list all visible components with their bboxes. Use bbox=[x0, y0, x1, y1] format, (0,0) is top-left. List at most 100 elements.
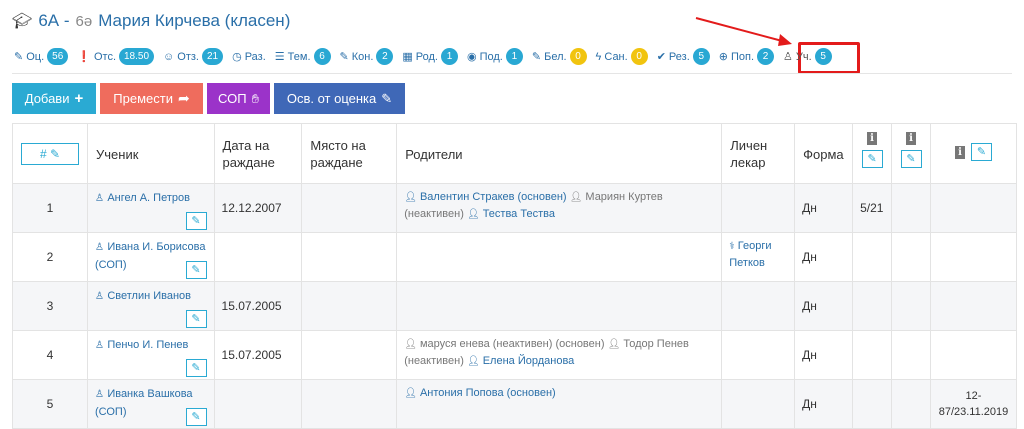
stat-clock[interactable]: ◷ Раз. bbox=[232, 50, 266, 64]
table-row: 4 ♙ Пенчо И. Пенев ✎ 15.07.2005 👤︎ маруся ен… bbox=[12, 330, 1018, 380]
parent-entry[interactable]: 👤︎ маруся енева (неактивен) (основен) bbox=[404, 338, 604, 350]
add-button[interactable]: Добави + bbox=[12, 83, 96, 114]
student-cell: ♙ Ивана И. Борисова (СОП) ✎ bbox=[87, 232, 215, 282]
sop-button[interactable]: СОП ✋︎ bbox=[207, 83, 270, 114]
count-badge: 18.50 bbox=[119, 48, 155, 65]
add-button-label: Добави bbox=[24, 91, 70, 106]
release-button-label: Осв. от оценка bbox=[286, 91, 377, 106]
stat-label: Тем. bbox=[287, 50, 311, 63]
edit-icon: ✎ bbox=[339, 51, 349, 63]
stat-users[interactable]: ☺ Отз. 21 bbox=[163, 48, 224, 65]
edit-student-button[interactable]: ✎ bbox=[185, 359, 207, 377]
doctor-cell: ⚕︎ Георги Петков bbox=[721, 232, 796, 282]
stat-list[interactable]: ☰ Тем. 6 bbox=[275, 48, 331, 65]
users-icon: ☺ bbox=[163, 50, 175, 63]
move-button[interactable]: Премести ➦ bbox=[100, 83, 203, 114]
stat-check-circle[interactable]: ✔ Рез. 5 bbox=[657, 48, 710, 65]
parent-entry[interactable]: 👤︎ Антония Попова (основен) bbox=[404, 387, 555, 399]
eye-icon: ◉ bbox=[467, 51, 477, 63]
stat-label: Отз. bbox=[177, 50, 199, 63]
student-name[interactable]: Светлин Иванов bbox=[107, 290, 191, 302]
student-cell: ♙ Светлин Иванов ✎ bbox=[87, 281, 215, 331]
doctor-header-label: Личен лекар bbox=[730, 138, 768, 170]
parent-name: Валентин Стракев (основен) bbox=[419, 191, 567, 203]
release-from-grade-button[interactable]: Осв. от оценка ✎ bbox=[274, 83, 405, 114]
stat-edit[interactable]: ✎ Кон. 2 bbox=[340, 48, 394, 65]
student-name[interactable]: Ангел А. Петров bbox=[107, 192, 190, 204]
form-cell: Дн bbox=[794, 183, 854, 233]
student-header-label: Ученик bbox=[96, 147, 139, 162]
stat-note[interactable]: ✎ Бел. 0 bbox=[532, 48, 587, 65]
edit-student-button[interactable]: ✎ bbox=[185, 212, 207, 230]
parent-name: Елена Йорданова bbox=[482, 355, 575, 367]
info-icon[interactable]: i bbox=[954, 145, 965, 159]
form-cell: Дн bbox=[794, 379, 854, 429]
doctor-cell bbox=[721, 281, 796, 331]
stat-eye[interactable]: ◉ Под. 1 bbox=[467, 48, 523, 65]
note-icon: ✎ bbox=[531, 51, 542, 63]
parent-entry[interactable]: 👤︎ Валентин Стракев (основен) bbox=[404, 191, 566, 203]
extra-col-1-cell: 5/21 bbox=[852, 183, 893, 233]
extra-col-3-cell bbox=[929, 232, 1018, 282]
edit-column-button[interactable]: ✎ bbox=[900, 150, 922, 168]
student-icon: ♙ bbox=[95, 193, 104, 204]
edit-order-button[interactable]: # ✎ bbox=[21, 143, 79, 165]
student-name[interactable]: Пенчо И. Пенев bbox=[107, 339, 188, 351]
clock-icon: ◷ bbox=[232, 51, 242, 63]
stat-label: Отс. bbox=[93, 50, 116, 63]
row-number: 2 bbox=[12, 232, 88, 282]
stat-lifebuoy[interactable]: ⊕ Поп. 2 bbox=[719, 48, 775, 65]
count-badge: 56 bbox=[47, 48, 69, 65]
table-row: 2 ♙ Ивана И. Борисова (СОП) ✎ ⚕︎ Георги Пет… bbox=[12, 232, 1018, 282]
pencil-icon: ✎ bbox=[381, 90, 393, 106]
stat-label: Оц. bbox=[26, 50, 45, 63]
count-badge: 1 bbox=[441, 48, 458, 65]
extra-col-1-cell bbox=[852, 330, 893, 380]
edit-column-button[interactable]: ✎ bbox=[970, 143, 992, 161]
hand-icon: ✋︎ bbox=[251, 90, 259, 106]
stat-label: Уч. bbox=[795, 50, 812, 63]
parent-icon: 👤︎ bbox=[466, 209, 480, 220]
count-badge: 2 bbox=[757, 48, 775, 65]
annotation-arrow bbox=[695, 17, 792, 46]
extra-col-3-cell bbox=[929, 183, 1018, 233]
col-num-header: # ✎ bbox=[12, 123, 88, 184]
stat-label: Бел. bbox=[544, 50, 567, 63]
student-name[interactable]: Иванка Вашкова (СОП) bbox=[95, 388, 193, 418]
edit-column-button[interactable]: ✎ bbox=[861, 150, 883, 168]
student-cell: ♙ Пенчо И. Пенев ✎ bbox=[87, 330, 215, 380]
move-button-label: Премести bbox=[113, 91, 173, 106]
stat-label: Рез. bbox=[668, 50, 690, 63]
edit-student-button[interactable]: ✎ bbox=[185, 261, 207, 279]
form-header-label: Форма bbox=[803, 147, 844, 162]
students-table: # ✎ Ученик Дата на раждане Място на ражд… bbox=[12, 123, 1018, 429]
stat-pencil[interactable]: ✎ Оц. 56 bbox=[14, 48, 69, 65]
form-cell: Дн bbox=[794, 232, 854, 282]
edit-icon: ✎ bbox=[49, 147, 61, 161]
extra-col-2-cell bbox=[891, 183, 931, 233]
edit-student-button[interactable]: ✎ bbox=[185, 408, 207, 426]
info-icon[interactable]: i bbox=[906, 132, 916, 145]
extra-col-1-cell bbox=[852, 232, 893, 282]
list-icon: ☰ bbox=[274, 51, 285, 63]
stat-label: Поп. bbox=[730, 50, 755, 63]
doctor-name[interactable]: Георги Петков bbox=[729, 240, 771, 269]
class-teacher-name[interactable]: Мария Кирчева (класен) bbox=[98, 11, 290, 31]
extra-col-2-cell bbox=[891, 379, 931, 429]
plus-icon: + bbox=[74, 90, 84, 107]
info-icon[interactable]: i bbox=[867, 132, 878, 145]
table-header-row: # ✎ Ученик Дата на раждане Място на ражд… bbox=[12, 123, 1018, 184]
count-badge: 0 bbox=[630, 48, 648, 65]
student-icon: ♙ bbox=[783, 51, 793, 63]
parent-entry[interactable]: 👤︎ Тества Тества bbox=[467, 208, 555, 220]
stat-calendar[interactable]: ▦ Род. 1 bbox=[402, 48, 458, 65]
extra-col-1-cell bbox=[852, 379, 893, 429]
parent-entry[interactable]: 👤︎ Елена Йорданова bbox=[467, 355, 574, 367]
birth-place-cell bbox=[301, 330, 398, 380]
stat-bolt[interactable]: ϟ Сан. 0 bbox=[596, 48, 648, 65]
stat-student[interactable]: ♙ Уч. 5 bbox=[783, 48, 832, 65]
num-header-label: # bbox=[39, 147, 47, 161]
edit-student-button[interactable]: ✎ bbox=[185, 310, 207, 328]
col-info-1-header: i ✎ bbox=[852, 123, 893, 184]
stat-exclamation[interactable]: ❗ Отс. 18.50 bbox=[77, 48, 155, 65]
